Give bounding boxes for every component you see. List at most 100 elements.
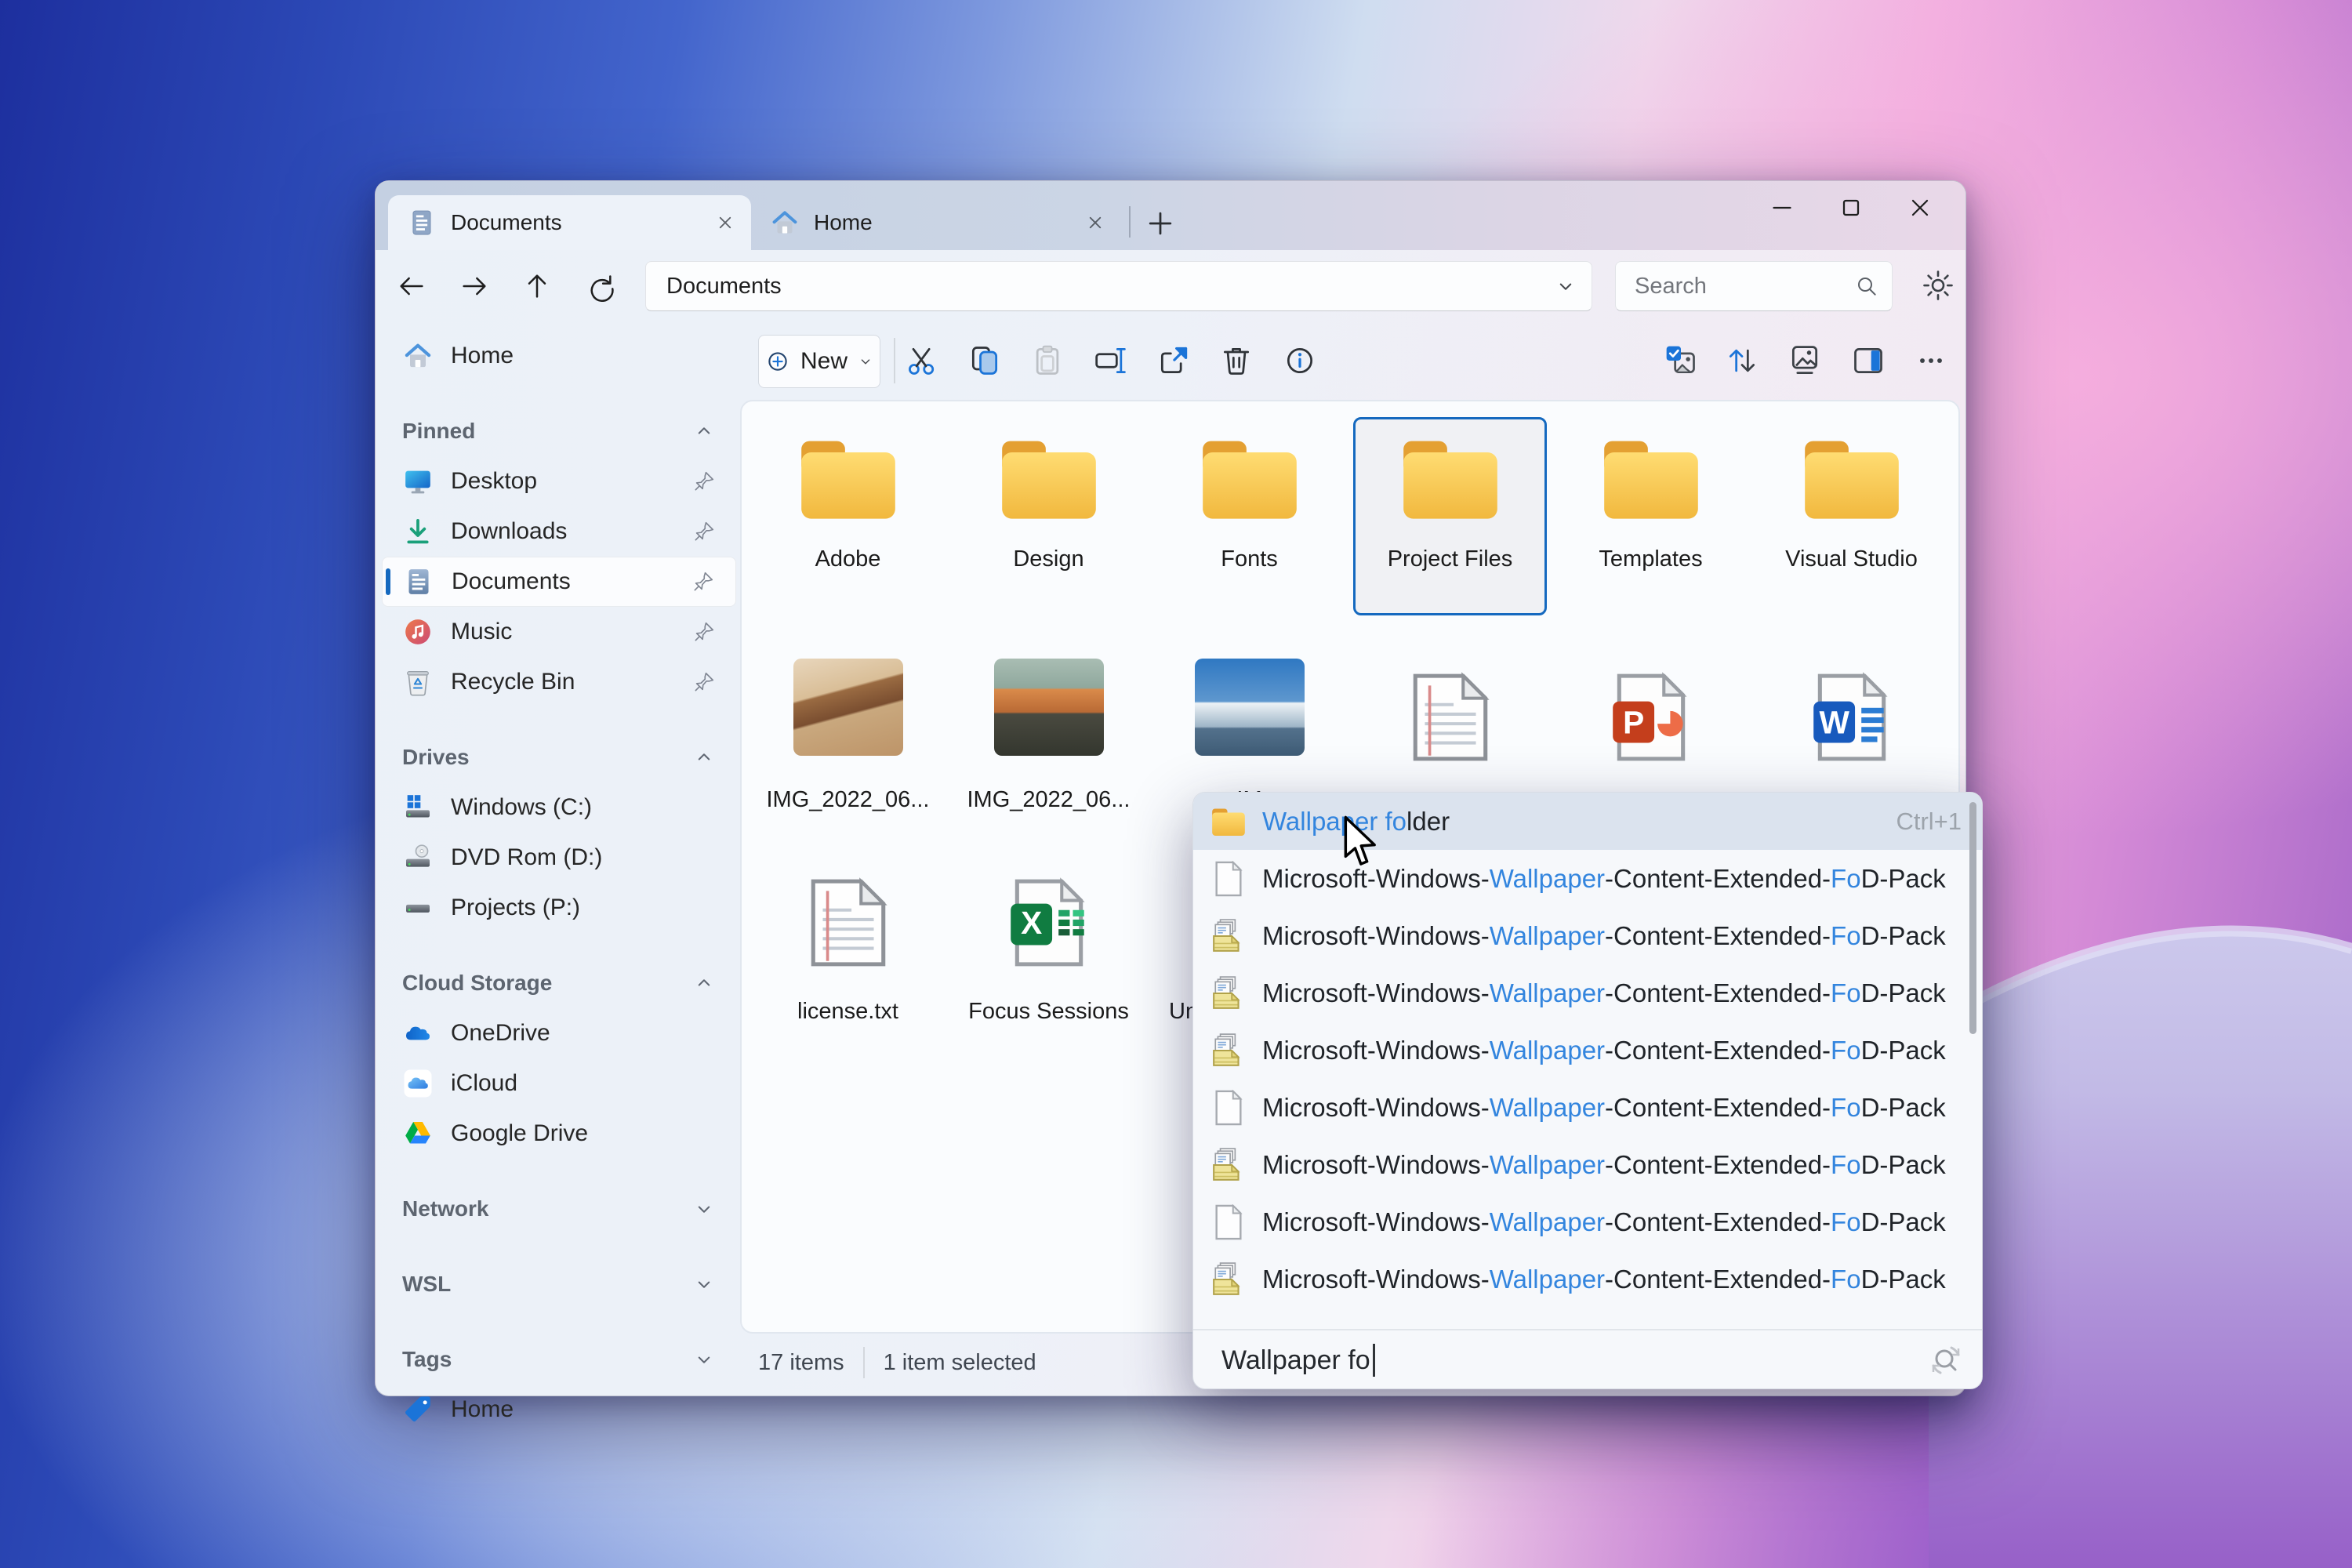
documents-icon [403,566,434,597]
sidebar-item[interactable]: Network [382,1184,736,1234]
sidebar-item[interactable]: Drives [382,732,736,782]
search-suggestion[interactable]: Microsoft-Windows-Wallpaper-Content-Exte… [1193,907,1982,964]
forward-icon [459,270,490,302]
sidebar-item[interactable]: Home [382,1385,736,1435]
search-suggestion[interactable]: Microsoft-Windows-Wallpaper-Content-Exte… [1193,1079,1982,1136]
search-suggestion[interactable]: Microsoft-Windows-Wallpaper-Content-Exte… [1193,1022,1982,1079]
folder-icon [797,430,900,526]
properties-button[interactable] [1275,336,1325,386]
cut-button[interactable] [897,336,947,386]
chev-up-icon[interactable] [692,419,716,443]
up-button[interactable] [515,264,559,308]
copy-button[interactable] [960,336,1010,386]
search-suggestions-popup: Wallpaper folder Ctrl+1 Microsoft-Window… [1192,792,1983,1389]
new-tab-button[interactable] [1143,206,1178,241]
file-item[interactable]: license.txt [751,862,945,1027]
pin-icon [692,670,716,694]
chev-up-icon[interactable] [692,746,716,769]
sidebar-item[interactable]: Windows (C:) [382,782,736,833]
chev-down-icon[interactable] [692,1348,716,1371]
chev-down-icon[interactable] [692,1272,716,1296]
file-item[interactable]: IMG_2022_06... [751,656,945,815]
selection-indicator [386,568,390,595]
sort-button[interactable] [1717,336,1767,386]
delete-button[interactable] [1211,336,1261,386]
gdrive-icon [402,1118,434,1149]
sidebar-item[interactable]: Projects (P:) [382,883,736,933]
sidebar-item[interactable]: WSL [382,1259,736,1309]
multiselect-toggle[interactable] [1656,336,1706,386]
details-pane-button[interactable] [1843,336,1893,386]
file-item[interactable]: Visual Studio [1755,417,1948,615]
file-item[interactable]: Adobe [751,417,945,615]
word-icon: W [1800,670,1904,765]
sidebar-item[interactable]: Tags [382,1334,736,1385]
folder-icon [997,430,1101,526]
sidebar-item[interactable]: OneDrive [382,1008,736,1058]
search-suggestion[interactable]: Microsoft-Windows-Wallpaper-Content-Exte… [1193,850,1982,907]
close-tab-icon[interactable] [713,211,737,234]
select-all-icon [1664,343,1698,378]
search-suggestion[interactable]: Microsoft-Windows-Wallpaper-Content-Exte… [1193,1250,1982,1308]
chev-down-icon[interactable] [692,1197,716,1221]
rename-icon [1094,343,1128,378]
refresh-button[interactable] [578,264,622,308]
forward-button[interactable] [452,264,496,308]
txtdoc-icon [797,875,900,971]
drive-windows-icon [402,792,434,823]
folder-icon [1399,430,1502,526]
close-tab-icon[interactable] [1083,211,1107,234]
popup-search-input[interactable]: Wallpaper fo [1221,1340,1911,1381]
sidebar-item[interactable]: Recycle Bin [382,657,736,707]
sidebar-item[interactable]: Home [382,331,736,381]
search-suggestion[interactable]: Wallpaper folder Ctrl+1 [1193,793,1982,850]
toolbar-separator [894,338,895,383]
share-button[interactable] [1149,336,1199,386]
settings-button[interactable] [1914,261,1962,310]
chev-up-icon[interactable] [692,971,716,995]
file-item[interactable]: Templates [1554,417,1748,615]
minimize-button[interactable] [1748,186,1817,230]
sidebar-item[interactable]: Cloud Storage [382,958,736,1008]
more-options-button[interactable] [1906,336,1956,386]
sidebar-item[interactable]: Pinned [382,406,736,456]
tab[interactable]: Documents [388,195,751,250]
maximize-button[interactable] [1817,186,1886,230]
sidebar-item[interactable]: Documents [382,557,736,607]
home-icon [402,340,434,372]
folder-icon [1599,430,1703,526]
sidebar-item[interactable]: Desktop [382,456,736,506]
search-suggestion[interactable]: Microsoft-Windows-Wallpaper-Content-Exte… [1193,1136,1982,1193]
file-item[interactable]: X Focus Sessions [952,862,1145,1027]
excel-icon: X [997,875,1101,971]
search-suggestion[interactable]: Microsoft-Windows-Wallpaper-Content-Exte… [1193,1193,1982,1250]
popup-scrollbar[interactable] [1969,802,1976,1034]
sidebar-item[interactable]: iCloud [382,1058,736,1109]
paste-icon [1030,343,1065,378]
sidebar-item[interactable]: DVD Rom (D:) [382,833,736,883]
gear-icon [1922,269,1955,302]
chevron-down-icon[interactable] [1554,274,1577,298]
search-input[interactable]: Search [1615,261,1893,311]
paste-button[interactable] [1022,336,1073,386]
file-item[interactable]: Project Files [1353,417,1547,615]
desktop: Documents Home Documents Search New Home… [0,0,2352,1568]
tab[interactable]: Home [751,195,1121,250]
close-button[interactable] [1886,186,1955,230]
rename-button[interactable] [1086,336,1136,386]
file-item[interactable]: Design [952,417,1145,615]
sidebar-item[interactable]: Downloads [382,506,736,557]
file-item[interactable]: IMG_2022_06... [952,656,1145,815]
tag-icon [402,1394,434,1425]
search-suggestion[interactable]: Microsoft-Windows-Wallpaper-Content-Exte… [1193,964,1982,1022]
sidebar-item[interactable]: Google Drive [382,1109,736,1159]
sort-icon [1725,343,1759,378]
back-button[interactable] [390,264,434,308]
address-bar[interactable]: Documents [645,261,1592,311]
tab-bar: Documents Home [376,181,1965,250]
search-placeholder: Search [1635,273,1707,299]
view-button[interactable] [1780,336,1830,386]
new-button[interactable]: New [758,335,880,388]
file-item[interactable]: Fonts [1152,417,1346,615]
sidebar-item[interactable]: Music [382,607,736,657]
